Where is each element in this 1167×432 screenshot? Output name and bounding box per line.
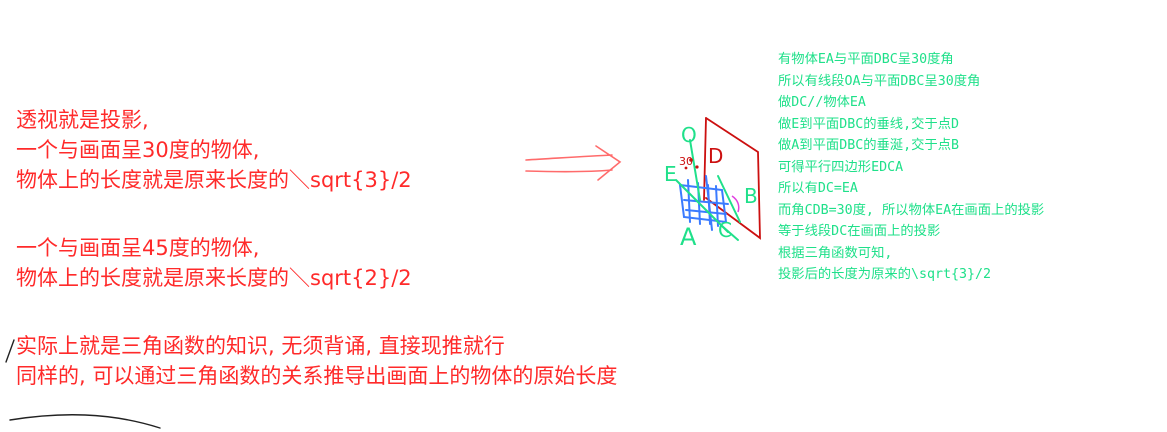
label-o: O: [681, 123, 697, 147]
label-e: E: [664, 162, 677, 186]
arrow-icon: [525, 145, 622, 181]
stray-strokes: [5, 339, 161, 429]
sketch-figure: O E D B A C 30: [5, 117, 761, 429]
label-c: C: [718, 218, 732, 242]
drawing-canvas: 透视就是投影, 一个与画面呈30度的物体, 物体上的长度就是原来长度的＼sqrt…: [0, 0, 1167, 432]
label-a: A: [680, 223, 697, 251]
label-d: D: [708, 144, 723, 168]
label-b: B: [744, 184, 758, 208]
